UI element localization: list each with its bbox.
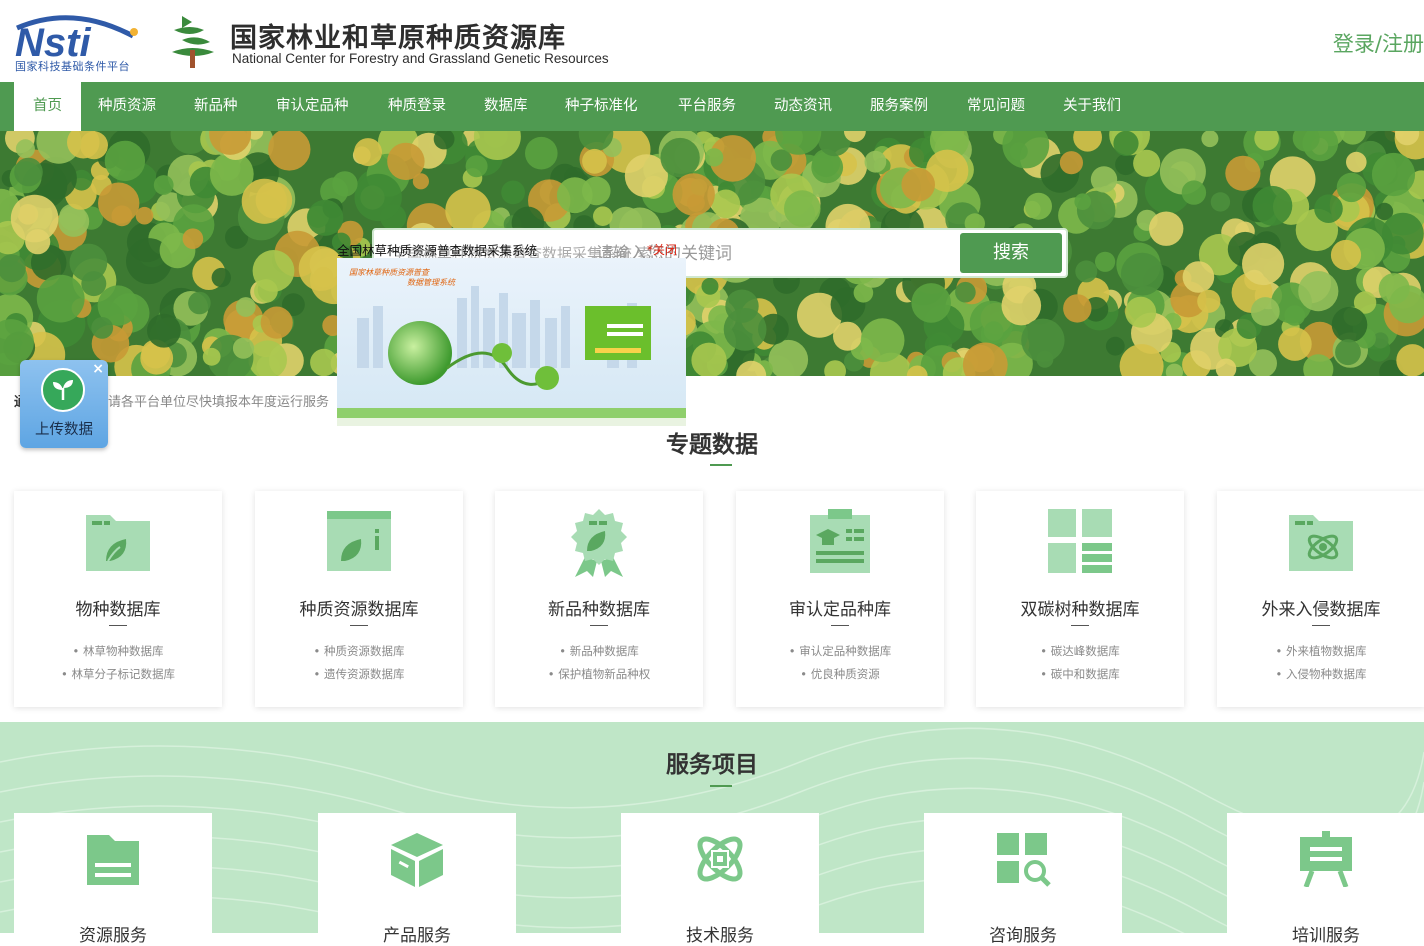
services-title-underline <box>710 785 732 787</box>
box-icon <box>391 833 443 887</box>
service-card-products[interactable]: 产品服务 <box>318 813 516 946</box>
site-subtitle: National Center for Forestry and Grassla… <box>232 51 609 66</box>
topic-card-link[interactable]: • 外来植物数据库 <box>1217 643 1424 659</box>
nav-item-germplasm-registration[interactable]: 种质登录 <box>388 82 446 131</box>
sprout-icon <box>41 368 85 412</box>
popup-caption-line1: 国家林草种质资源普查 <box>349 268 430 277</box>
topic-card-invasive[interactable]: 外来入侵数据库 • 外来植物数据库 • 入侵物种数据库 <box>1217 491 1424 707</box>
service-label: 技术服务 <box>686 926 754 946</box>
site-header: Nsti 国家科技基础条件平台 国家林业和草原种质资源库 National Ce… <box>0 0 1424 82</box>
service-card-resources[interactable]: 资源服务 <box>14 813 212 946</box>
system-login-screenshot-icon: 国家林草种质资源普查 数据管理系统 <box>337 258 686 426</box>
topic-card-approved[interactable]: 审认定品种库 • 审认定品种数据库 • 优良种质资源 <box>736 491 944 707</box>
nav-item-seed-standardization[interactable]: 种子标准化 <box>565 82 638 131</box>
nav-item-cases[interactable]: 服务案例 <box>870 82 928 131</box>
topic-card-title: 审认定品种库 <box>789 600 891 620</box>
topic-card-title: 物种数据库 <box>75 600 161 620</box>
topic-card-title: 双碳树种数据库 <box>1020 600 1140 620</box>
easel-icon <box>1300 831 1352 887</box>
topic-card-link[interactable]: • 入侵物种数据库 <box>1217 666 1424 682</box>
topic-card-species[interactable]: 物种数据库 • 林草物种数据库 • 林草分子标记数据库 <box>14 491 222 707</box>
main-nav: 首页 种质资源 新品种 审认定品种 种质登录 数据库 种子标准化 平台服务 动态… <box>0 82 1424 131</box>
topic-card-link[interactable]: • 碳达峰数据库 <box>976 643 1184 659</box>
nav-item-news[interactable]: 动态资讯 <box>774 82 832 131</box>
nav-item-approved-varieties[interactable]: 审认定品种 <box>276 82 349 131</box>
topic-card-title: 种质资源数据库 <box>299 600 419 620</box>
topic-card-link[interactable]: • 审认定品种数据库 <box>736 643 944 659</box>
service-card-consulting[interactable]: 咨询服务 <box>924 813 1122 946</box>
nav-item-home[interactable]: 首页 <box>14 82 81 131</box>
service-label: 培训服务 <box>1292 926 1360 946</box>
topic-card-dash <box>1312 625 1330 626</box>
folder-leaf-icon <box>86 515 150 571</box>
grid-list-icon <box>1048 509 1112 573</box>
service-label: 产品服务 <box>383 926 451 946</box>
nav-item-germplasm[interactable]: 种质资源 <box>98 82 156 131</box>
clipboard-cap-icon <box>810 509 870 573</box>
topic-card-link[interactable]: • 优良种质资源 <box>736 666 944 682</box>
topic-card-dash <box>831 625 849 626</box>
topic-card-dash <box>350 625 368 626</box>
topic-card-title: 新品种数据库 <box>548 600 650 620</box>
topic-card-link[interactable]: • 林草分子标记数据库 <box>14 666 222 682</box>
atom-chip-icon <box>697 836 743 882</box>
nav-item-new-varieties[interactable]: 新品种 <box>194 82 238 131</box>
search-button[interactable]: 搜索 <box>960 233 1062 273</box>
tree-logo-icon[interactable] <box>168 12 218 70</box>
nav-item-faq[interactable]: 常见问题 <box>967 82 1025 131</box>
topic-card-title: 外来入侵数据库 <box>1261 600 1381 620</box>
topic-card-dash <box>109 625 127 626</box>
upload-close-icon[interactable]: × <box>92 361 104 377</box>
topic-card-dash <box>1071 625 1089 626</box>
popup-close-button[interactable]: *关闭 <box>647 241 677 258</box>
topic-card-link[interactable]: • 林草物种数据库 <box>14 643 222 659</box>
topic-card-carbon[interactable]: 双碳树种数据库 • 碳达峰数据库 • 碳中和数据库 <box>976 491 1184 707</box>
topic-card-dash <box>590 625 608 626</box>
topic-card-link[interactable]: • 新品种数据库 <box>495 643 703 659</box>
folder-atom-icon <box>1289 515 1353 571</box>
popup-title: 全国林草种质资源普查数据采集系统 <box>337 243 538 258</box>
service-label: 咨询服务 <box>989 926 1057 946</box>
notice-marquee[interactable]: 请各平台单位尽快填报本年度运行服务 <box>108 391 329 410</box>
popup-system-image[interactable]: 国家林草种质资源普查 数据管理系统 <box>337 258 686 426</box>
topic-card-link[interactable]: • 遗传资源数据库 <box>255 666 463 682</box>
service-card-training[interactable]: 培训服务 <box>1227 813 1424 946</box>
login-register-link[interactable]: 登录/注册 <box>1333 28 1424 58</box>
services-section-title: 服务项目 <box>666 752 758 778</box>
topic-card-link[interactable]: • 种质资源数据库 <box>255 643 463 659</box>
site-title: 国家林业和草原种质资源库 <box>230 23 566 54</box>
popup-caption-line2: 数据管理系统 <box>407 278 456 287</box>
nsti-subtitle: 国家科技基础条件平台 <box>15 60 130 73</box>
topic-card-new-varieties[interactable]: 新品种数据库 • 新品种数据库 • 保护植物新品种权 <box>495 491 703 707</box>
topics-title-underline <box>710 464 732 466</box>
topic-card-germplasm[interactable]: 种质资源数据库 • 种质资源数据库 • 遗传资源数据库 <box>255 491 463 707</box>
badge-leaf-icon <box>571 509 627 577</box>
topic-card-link[interactable]: • 碳中和数据库 <box>976 666 1184 682</box>
service-label: 资源服务 <box>79 926 147 946</box>
folder-lines-icon <box>87 835 139 885</box>
folder-info-leaf-icon <box>327 511 391 571</box>
nav-item-about[interactable]: 关于我们 <box>1063 82 1121 131</box>
nav-item-database[interactable]: 数据库 <box>484 82 528 131</box>
service-card-technical[interactable]: 技术服务 <box>621 813 819 946</box>
topics-section-title: 专题数据 <box>666 432 758 458</box>
nav-item-platform-services[interactable]: 平台服务 <box>678 82 736 131</box>
topic-card-link[interactable]: • 保护植物新品种权 <box>495 666 703 682</box>
grid-search-icon <box>997 833 1051 887</box>
